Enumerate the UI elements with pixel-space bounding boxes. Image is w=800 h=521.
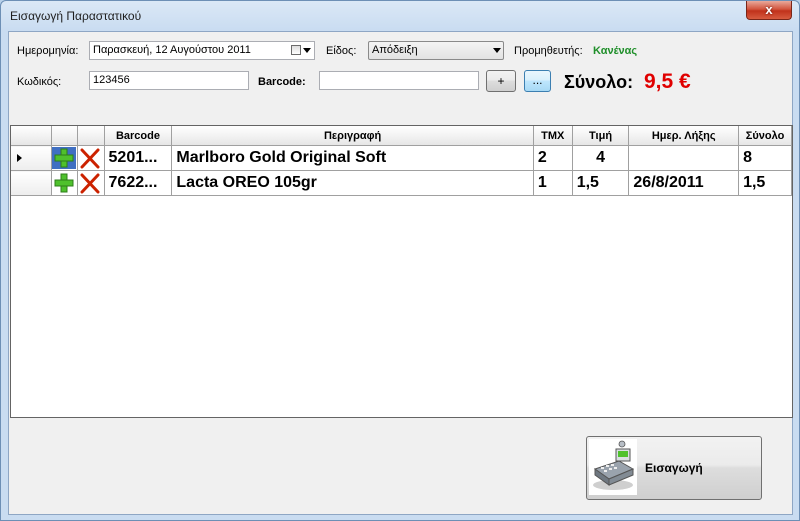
cell-expiry[interactable] (628, 145, 740, 171)
add-item-icon[interactable] (52, 172, 76, 194)
cell-barcode[interactable]: 7622... (104, 170, 173, 196)
client-area: Ημερομηνία: Παρασκευή, 12 Αυγούστου 2011… (8, 31, 793, 515)
dialog-window: Εισαγωγή Παραστατικού x Ημερομηνία: Παρα… (0, 0, 800, 521)
row-header-corner (11, 126, 52, 146)
column-header-total[interactable]: Σύνολο (738, 126, 792, 146)
code-label: Κωδικός: (17, 76, 62, 88)
add-item-icon[interactable] (52, 147, 77, 169)
total-label: Σύνολο: (564, 72, 634, 92)
add-button[interactable]: + (486, 70, 516, 92)
cell-price[interactable]: 1,5 (572, 170, 630, 196)
cash-register-icon (589, 439, 637, 495)
delete-item-icon[interactable] (78, 172, 103, 194)
chevron-down-icon[interactable] (303, 48, 311, 53)
browse-button[interactable]: ... (524, 70, 551, 92)
add-cell[interactable] (51, 145, 78, 171)
column-header-expiry[interactable]: Ημερ. Λήξης (628, 126, 740, 146)
date-label: Ημερομηνία: (17, 45, 79, 57)
cell-description[interactable]: Marlboro Gold Original Soft (171, 145, 534, 171)
table-row[interactable]: 7622... Lacta OREO 105gr 1 1,5 26/8/2011… (11, 170, 792, 196)
cell-barcode[interactable]: 5201... (104, 145, 173, 171)
total-value: 9,5 € (644, 70, 691, 93)
cell-total[interactable]: 8 (738, 145, 792, 171)
delete-column-header (77, 126, 105, 146)
table-row[interactable]: 5201... Marlboro Gold Original Soft 2 4 … (11, 145, 792, 171)
column-header-price[interactable]: Τιμή (572, 126, 630, 146)
supplier-label: Προμηθευτής: (514, 45, 583, 57)
cell-total[interactable]: 1,5 (738, 170, 792, 196)
cell-price[interactable]: 4 (572, 145, 630, 171)
cell-expiry[interactable]: 26/8/2011 (628, 170, 740, 196)
supplier-value: Κανένας (593, 45, 638, 57)
window-title: Εισαγωγή Παραστατικού (10, 9, 142, 23)
calendar-icon[interactable] (291, 45, 301, 55)
delete-cell[interactable] (77, 145, 105, 171)
items-table: Barcode Περιγραφή ΤΜΧ Τιμή Ημερ. Λήξης Σ… (11, 126, 792, 196)
code-value: 123456 (93, 74, 130, 86)
row-header[interactable] (11, 170, 52, 196)
column-header-qty[interactable]: ΤΜΧ (533, 126, 573, 146)
current-row-icon (17, 154, 22, 162)
title-bar[interactable]: Εισαγωγή Παραστατικού x (1, 1, 799, 31)
add-column-header (51, 126, 78, 146)
import-button-label: Εισαγωγή (645, 461, 703, 475)
barcode-label: Barcode: (258, 76, 306, 88)
close-button[interactable]: x (746, 1, 792, 20)
type-value: Απόδειξη (372, 44, 418, 56)
chevron-down-icon[interactable] (493, 48, 501, 53)
add-cell[interactable] (51, 170, 78, 196)
items-grid[interactable]: Barcode Περιγραφή ΤΜΧ Τιμή Ημερ. Λήξης Σ… (10, 125, 793, 418)
row-header[interactable] (11, 145, 52, 171)
date-value: Παρασκευή, 12 Αυγούστου 2011 (93, 44, 251, 56)
delete-cell[interactable] (77, 170, 105, 196)
barcode-input[interactable] (319, 71, 479, 90)
column-header-description[interactable]: Περιγραφή (171, 126, 534, 146)
column-header-barcode[interactable]: Barcode (104, 126, 173, 146)
date-picker[interactable]: Παρασκευή, 12 Αυγούστου 2011 (89, 41, 315, 60)
grid-header-row: Barcode Περιγραφή ΤΜΧ Τιμή Ημερ. Λήξης Σ… (11, 126, 792, 146)
close-icon: x (765, 2, 773, 17)
delete-item-icon[interactable] (78, 147, 103, 169)
code-input[interactable]: 123456 (89, 71, 249, 90)
cell-qty[interactable]: 2 (533, 145, 573, 171)
cell-qty[interactable]: 1 (533, 170, 573, 196)
cell-description[interactable]: Lacta OREO 105gr (171, 170, 534, 196)
type-select[interactable]: Απόδειξη (368, 41, 504, 60)
type-label: Είδος: (326, 45, 357, 57)
import-button[interactable]: Εισαγωγή (586, 436, 762, 500)
